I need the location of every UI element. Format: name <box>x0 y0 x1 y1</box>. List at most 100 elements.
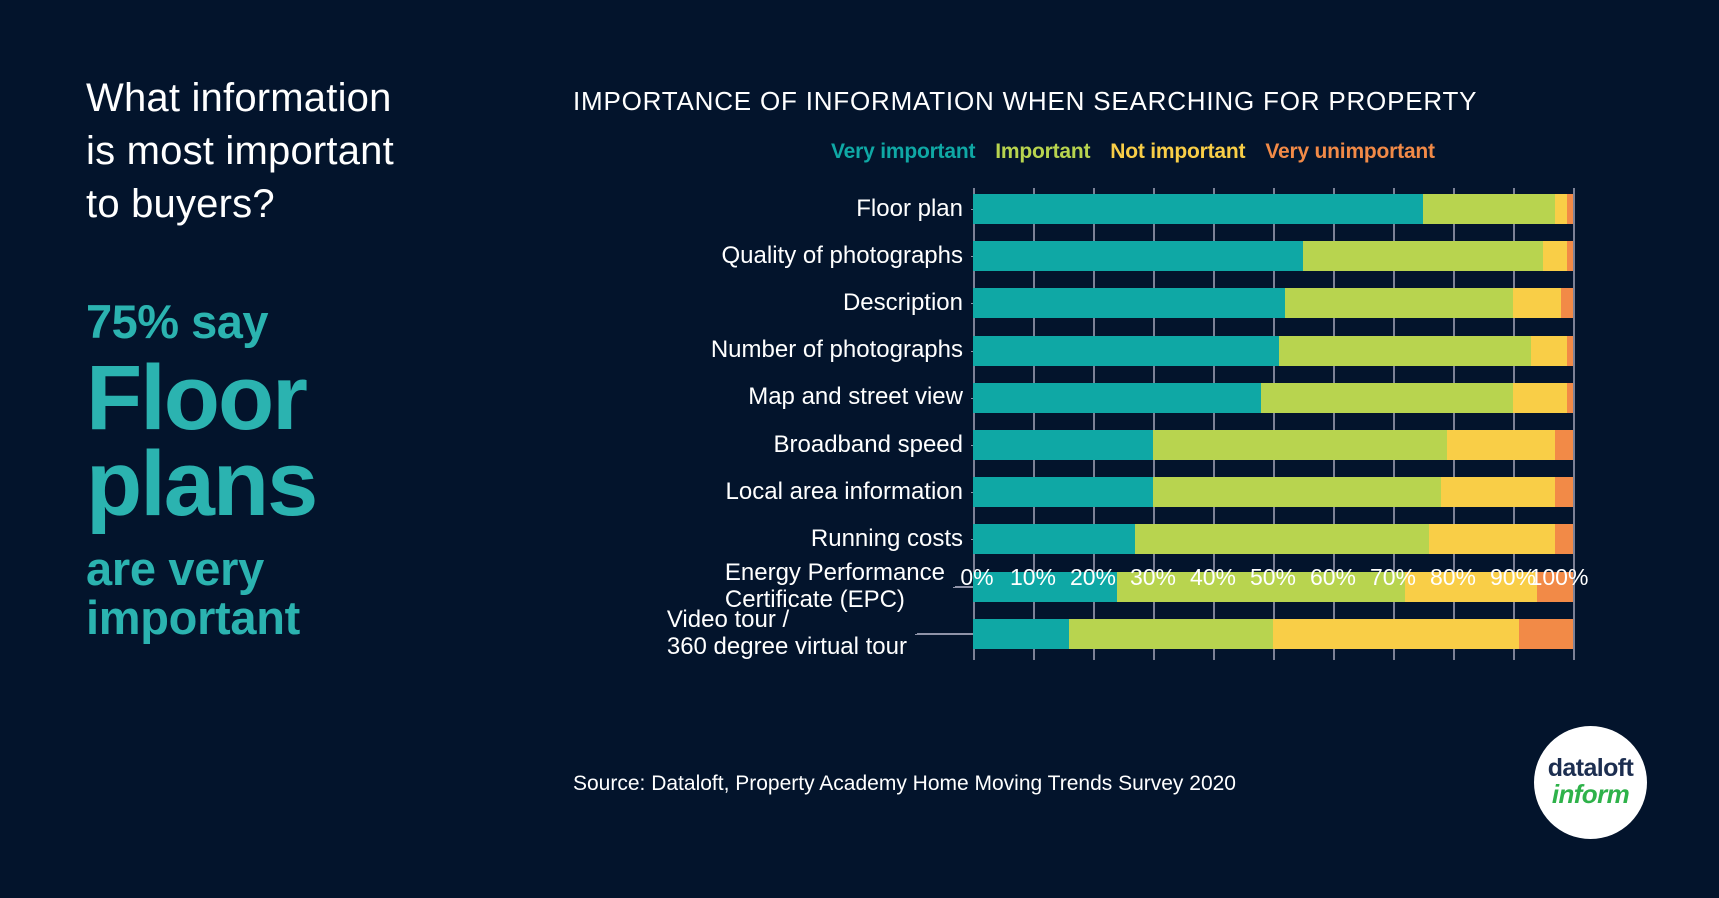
bar-segment[interactable] <box>1279 335 1531 366</box>
category-row: Description <box>573 287 973 319</box>
bar-segment[interactable] <box>1447 430 1555 460</box>
bar-row[interactable] <box>973 241 1573 272</box>
bar-segment[interactable] <box>1513 382 1567 413</box>
stat-tail: are very important <box>86 541 301 644</box>
bar-segment[interactable] <box>1285 288 1513 319</box>
category-axis: Floor plan Quality of photographs Descript… <box>573 188 973 660</box>
bar-segment[interactable] <box>1567 335 1573 366</box>
bar-segment[interactable] <box>1135 524 1429 555</box>
bar-segment[interactable] <box>973 335 1279 366</box>
category-label: Number of photographs <box>710 336 963 364</box>
leader-line <box>971 303 973 305</box>
bar-row[interactable] <box>973 288 1573 319</box>
legend-item-2[interactable]: Not important <box>1110 140 1245 164</box>
bar-segment[interactable] <box>1555 524 1573 555</box>
bar-segment[interactable] <box>1531 335 1567 366</box>
category-label: Running costs <box>810 524 963 552</box>
x-axis-labels: 0% 10% 20% 30% 40% 50% 60% 70% 80% 90% 100% <box>960 564 1673 598</box>
category-label: Broadband speed <box>773 430 964 458</box>
category-row: Map and street view <box>573 382 973 414</box>
x-tick-100: 100% <box>1529 564 1589 590</box>
bar-segment[interactable] <box>1261 382 1513 413</box>
bar-row[interactable] <box>973 618 1573 649</box>
legend-item-3[interactable]: Very unimportant <box>1265 140 1435 164</box>
bar-segment[interactable] <box>1513 288 1561 319</box>
bar-segment[interactable] <box>1441 477 1555 508</box>
bar-segment[interactable] <box>973 477 1153 508</box>
x-tick-60: 60% <box>1309 564 1357 590</box>
bar-segment[interactable] <box>1555 194 1567 224</box>
bar-row[interactable] <box>973 430 1573 460</box>
stat-headline: Floor plans <box>86 346 318 536</box>
category-row: Quality of photographs <box>573 240 973 272</box>
leader-line <box>971 350 973 352</box>
bar-segment[interactable] <box>973 288 1285 319</box>
dataloft-inform-logo: dataloft inform <box>1534 726 1647 839</box>
category-label: Floor plan <box>856 194 963 222</box>
leader-line <box>971 256 973 258</box>
category-label: Quality of photographs <box>721 241 964 269</box>
bar-segment[interactable] <box>973 382 1261 413</box>
bar-segment[interactable] <box>973 241 1303 272</box>
bar-segment[interactable] <box>973 430 1153 460</box>
leader-line <box>971 209 973 210</box>
x-tick-10: 10% <box>1009 564 1057 590</box>
category-row: Video tour / 360 degree virtual tour <box>573 606 973 662</box>
infographic-root: What information is most important to bu… <box>0 0 1719 898</box>
bar-row[interactable] <box>973 524 1573 555</box>
category-label: Map and street view <box>748 383 963 411</box>
bar-segment[interactable] <box>1555 477 1573 508</box>
bar-segment[interactable] <box>1069 618 1273 649</box>
x-tick-0: 0% <box>960 564 994 590</box>
x-tick-20: 20% <box>1069 564 1117 590</box>
logo-wordmark-top: dataloft <box>1547 754 1634 783</box>
category-row: Broadband speed <box>573 429 973 461</box>
leader-line <box>971 397 973 399</box>
leader-line <box>915 633 973 635</box>
category-label: Description <box>842 288 963 316</box>
category-row: Running costs <box>573 523 973 555</box>
leader-line <box>971 492 973 494</box>
x-tick-70: 70% <box>1369 564 1417 590</box>
category-row: Local area information <box>573 476 973 508</box>
bar-segment[interactable] <box>1273 618 1519 649</box>
x-tick-50: 50% <box>1249 564 1297 590</box>
bar-segment[interactable] <box>1519 618 1573 649</box>
x-tick-30: 30% <box>1129 564 1177 590</box>
chart-panel: IMPORTANCE OF INFORMATION WHEN SEARCHING… <box>573 86 1673 660</box>
bar-segment[interactable] <box>1153 477 1441 508</box>
bar-segment[interactable] <box>973 194 1423 224</box>
bar-row[interactable] <box>973 477 1573 508</box>
left-panel: What information is most important to bu… <box>86 72 506 642</box>
category-row: Number of photographs <box>573 335 973 367</box>
stat-percent: 75% say <box>86 294 269 348</box>
logo-wordmark-bottom: inform <box>1551 779 1630 810</box>
bar-segment[interactable] <box>1423 194 1555 224</box>
bar-row[interactable] <box>973 382 1573 413</box>
bar-segment[interactable] <box>1429 524 1555 555</box>
page-title: What information is most important to bu… <box>86 76 394 227</box>
bar-segment[interactable] <box>1567 382 1573 413</box>
x-tick-80: 80% <box>1429 564 1477 590</box>
legend-item-0[interactable]: Very important <box>831 140 975 164</box>
bar-segment[interactable] <box>1555 430 1573 460</box>
bar-segment[interactable] <box>1153 430 1447 460</box>
leader-line <box>971 445 973 446</box>
bar-row[interactable] <box>973 194 1573 224</box>
category-label: Video tour / 360 degree virtual tour <box>666 605 907 660</box>
bar-segment[interactable] <box>973 524 1135 555</box>
bar-segment[interactable] <box>973 618 1069 649</box>
chart-legend: Very important Important Not important Very… <box>831 140 1673 164</box>
bar-segment[interactable] <box>1567 194 1573 224</box>
category-row: Floor plan <box>573 193 973 225</box>
source-note: Source: Dataloft, Property Academy Home … <box>573 772 1236 795</box>
legend-item-1[interactable]: Important <box>995 140 1090 164</box>
x-tick-40: 40% <box>1189 564 1237 590</box>
bar-segment[interactable] <box>1543 241 1567 272</box>
category-label: Local area information <box>725 477 963 505</box>
bar-segment[interactable] <box>1303 241 1543 272</box>
bar-segment[interactable] <box>1567 241 1573 272</box>
bar-row[interactable] <box>973 335 1573 366</box>
bar-segment[interactable] <box>1561 288 1573 319</box>
key-stat-block: 75% say Floor plans are very important <box>86 298 506 643</box>
